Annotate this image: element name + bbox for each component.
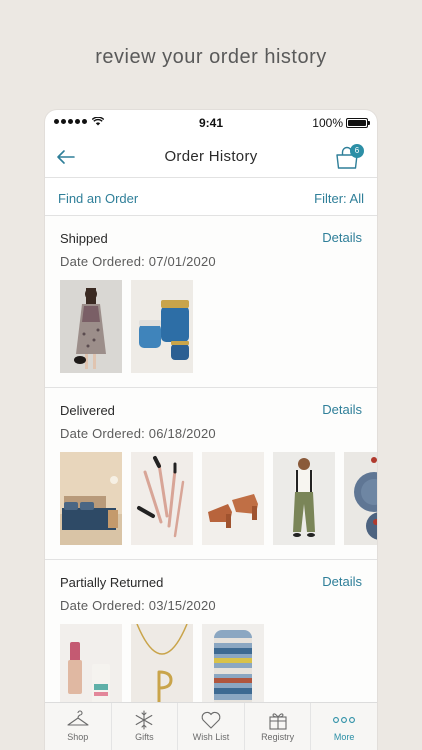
status-bar: 9:41 100%	[45, 110, 377, 136]
order-status: Delivered	[60, 403, 115, 418]
order-details-link[interactable]: Details	[322, 574, 362, 589]
order-thumbnails	[60, 624, 264, 702]
bag-count-badge: 6	[350, 144, 364, 158]
order-thumbnails	[60, 452, 377, 545]
tab-label: Shop	[67, 732, 89, 742]
tab-label: Wish List	[192, 732, 230, 742]
order-date: Date Ordered: 06/18/2020	[60, 426, 216, 441]
product-thumbnail-makeup-brushes[interactable]	[131, 452, 193, 545]
tab-wish-list[interactable]: Wish List	[177, 703, 244, 750]
tab-registry[interactable]: Registry	[243, 703, 311, 750]
navigation-bar: Order History 6	[45, 136, 377, 178]
product-thumbnail-candles[interactable]	[131, 280, 193, 373]
product-thumbnail-green-pants[interactable]	[273, 452, 335, 545]
page-headline: review your order history	[95, 46, 327, 68]
gift-icon	[269, 713, 287, 730]
tab-label: Registry	[261, 732, 295, 742]
tab-label: Gifts	[135, 732, 154, 742]
phone-frame: 9:41 100% Order History 6 Find an Order …	[45, 110, 377, 750]
order-details-link[interactable]: Details	[322, 230, 362, 245]
hanger-icon	[67, 710, 89, 726]
order-details-link[interactable]: Details	[322, 402, 362, 417]
snowflake-icon	[136, 710, 153, 730]
heart-icon	[201, 711, 221, 729]
page-title: Order History	[164, 148, 258, 165]
order-actions-bar: Find an Order Filter: All	[45, 178, 377, 216]
more-dots-icon	[333, 717, 356, 723]
order-card[interactable]: Partially Returned Details Date Ordered:…	[45, 560, 377, 702]
order-status: Shipped	[60, 231, 108, 246]
tab-more[interactable]: More	[310, 703, 377, 750]
find-order-link[interactable]: Find an Order	[58, 191, 138, 206]
product-thumbnail-lipstick[interactable]	[60, 624, 122, 702]
tab-label: More	[333, 732, 355, 742]
order-card[interactable]: Shipped Details Date Ordered: 07/01/2020	[45, 216, 377, 388]
product-thumbnail-dress[interactable]	[60, 280, 122, 373]
product-thumbnail-bowls[interactable]	[344, 452, 377, 545]
order-date: Date Ordered: 07/01/2020	[60, 254, 216, 269]
battery-icon	[346, 118, 370, 128]
order-list: Shipped Details Date Ordered: 07/01/2020	[45, 216, 377, 702]
order-status: Partially Returned	[60, 575, 164, 590]
battery-percent: 100%	[312, 116, 343, 130]
order-card[interactable]: Delivered Details Date Ordered: 06/18/20…	[45, 388, 377, 560]
order-date: Date Ordered: 03/15/2020	[60, 598, 216, 613]
tab-bar: Shop Gifts Wish List Registry More	[45, 702, 377, 750]
product-thumbnail-pillow[interactable]	[202, 624, 264, 702]
tab-gifts[interactable]: Gifts	[110, 703, 178, 750]
tab-shop[interactable]: Shop	[45, 703, 111, 750]
product-thumbnail-necklace[interactable]	[131, 624, 193, 702]
battery-indicator: 100%	[312, 116, 370, 130]
filter-button[interactable]: Filter: All	[314, 191, 364, 206]
product-thumbnail-sandals[interactable]	[202, 452, 264, 545]
product-thumbnail-bedroom[interactable]	[60, 452, 122, 545]
order-thumbnails	[60, 280, 193, 373]
